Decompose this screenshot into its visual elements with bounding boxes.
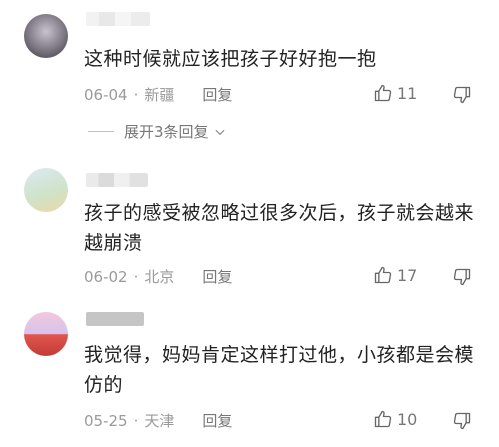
divider-line <box>88 131 114 132</box>
meta-separator: · <box>133 267 139 286</box>
thumbs-down-icon[interactable] <box>452 85 472 105</box>
comment-date: 05-25 <box>84 411 128 430</box>
chevron-down-icon <box>215 129 225 135</box>
like-button[interactable]: 17 <box>373 265 417 285</box>
comment-meta: 05-25 · 天津 回复 <box>84 410 232 431</box>
reply-button[interactable]: 回复 <box>202 410 232 431</box>
like-count: 11 <box>397 83 418 103</box>
thumbs-down-icon[interactable] <box>452 267 472 287</box>
avatar[interactable] <box>24 312 68 356</box>
reply-button[interactable]: 回复 <box>202 84 232 105</box>
thumbs-down-icon[interactable] <box>452 411 472 431</box>
reply-button[interactable]: 回复 <box>202 266 232 287</box>
like-button[interactable]: 10 <box>373 409 417 429</box>
like-count: 10 <box>397 409 418 429</box>
username-redacted[interactable] <box>86 312 144 326</box>
comment-location: 北京 <box>144 268 175 286</box>
avatar[interactable] <box>24 14 68 58</box>
username-redacted[interactable] <box>86 173 148 187</box>
thumbs-up-icon <box>374 410 392 428</box>
comment-meta: 06-04 · 新疆 回复 <box>84 84 232 105</box>
comment-location: 新疆 <box>144 86 175 104</box>
comment-date: 06-04 <box>84 85 128 104</box>
meta-separator: · <box>133 411 139 430</box>
like-button[interactable]: 11 <box>373 83 417 103</box>
expand-replies-label: 展开3条回复 <box>124 123 209 141</box>
username-redacted[interactable] <box>86 12 150 26</box>
comment-text: 这种时候就应该把孩子好好抱一抱 <box>84 48 377 70</box>
comment-meta: 06-02 · 北京 回复 <box>84 266 232 287</box>
expand-replies-button[interactable]: 展开3条回复 <box>88 121 227 142</box>
comment-text: 孩子的感受被忽略过很多次后，孩子就会越来越崩溃 <box>84 202 475 254</box>
thumbs-up-icon <box>374 266 392 284</box>
thumbs-up-icon <box>374 84 392 102</box>
comment-date: 06-02 <box>84 267 128 286</box>
comment-text: 我觉得，妈妈肯定这样打过他，小孩都是会模仿的 <box>84 344 475 396</box>
comment-location: 天津 <box>144 412 175 430</box>
avatar[interactable] <box>24 168 68 212</box>
meta-separator: · <box>133 85 139 104</box>
like-count: 17 <box>397 265 418 285</box>
